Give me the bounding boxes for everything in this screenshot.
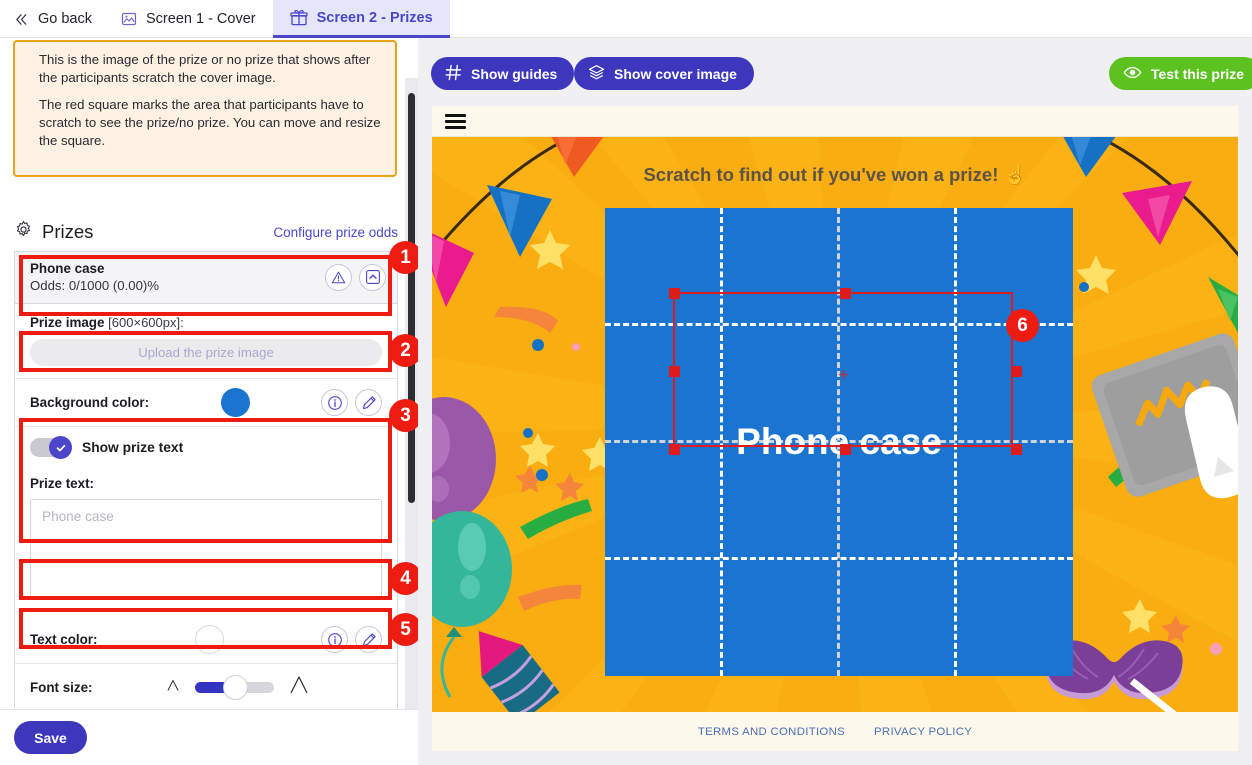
info-paragraph-2: The red square marks the area that parti… — [39, 97, 381, 149]
scratch-card[interactable]: Phone case — [605, 208, 1073, 676]
edit-pencil-icon[interactable] — [355, 626, 382, 654]
resize-handle-bottom-right[interactable] — [1011, 444, 1022, 455]
prize-list: Phone case Odds: 0/1000 (0.00)% Prize im… — [14, 251, 398, 747]
show-guides-button[interactable]: Show guides — [431, 57, 575, 90]
prize-text-label: Prize text: — [30, 476, 94, 492]
toggle-knob — [49, 436, 72, 460]
show-prize-text-label: Show prize text — [82, 440, 184, 456]
background-color-swatch-wrap — [149, 388, 321, 418]
font-size-slider[interactable] — [194, 675, 274, 701]
show-cover-image-label: Show cover image — [614, 65, 737, 82]
configure-prize-odds-link[interactable]: Configure prize odds — [273, 225, 398, 240]
text-color-swatch[interactable] — [194, 625, 224, 655]
prize-image-field: Prize image [600×600px]: Upload the priz… — [15, 304, 397, 380]
prize-odds: Odds: 0/1000 (0.00)% — [30, 278, 160, 294]
settings-scroll-region: Prizes Configure prize odds Phone case O… — [0, 180, 418, 747]
app-root: Go back Screen 1 - Cover Screen 2 - Priz… — [0, 0, 1252, 765]
resize-handle-top-center[interactable] — [840, 288, 851, 299]
tab-screen-1-cover[interactable]: Screen 1 - Cover — [104, 0, 273, 38]
background-color-label: Background color: — [30, 395, 150, 411]
text-color-field: Text color: — [15, 616, 397, 665]
go-back-label: Go back — [38, 11, 92, 27]
image-icon — [121, 11, 137, 27]
chevron-left-double-icon — [14, 12, 29, 27]
panel-scrollbar-thumb[interactable] — [408, 93, 415, 503]
info-callout-box: This is the image of the prize or no pri… — [13, 40, 397, 177]
show-guides-label: Show guides — [471, 65, 558, 82]
text-color-swatch-wrap — [97, 625, 321, 655]
eye-icon — [1123, 63, 1142, 85]
resize-handle-bottom-left[interactable] — [669, 444, 680, 455]
hamburger-menu-icon[interactable] — [445, 113, 466, 129]
resize-handle-middle-left[interactable] — [669, 366, 680, 377]
show-prize-text-row: Show prize text — [15, 427, 397, 469]
save-button[interactable]: Save — [14, 721, 87, 754]
resize-handle-middle-right[interactable] — [1011, 366, 1022, 377]
preview-stage: Scratch to find out if you've won a priz… — [432, 137, 1238, 712]
callout-badge-6: 6 — [1006, 309, 1039, 342]
prize-row-actions — [325, 263, 386, 291]
resize-handle-bottom-center[interactable] — [840, 444, 851, 455]
font-size-field: Font size: — [15, 664, 397, 713]
background-color-field: Background color: — [15, 379, 397, 428]
preview-area: Show guides Show cover image Test this p… — [418, 38, 1252, 765]
upload-prize-image-button[interactable]: Upload the prize image — [30, 339, 382, 367]
info-icon[interactable] — [321, 626, 348, 654]
selection-center-marker — [839, 366, 848, 379]
scratch-area-selection[interactable] — [669, 288, 1022, 455]
background-color-swatch[interactable] — [220, 388, 250, 418]
left-settings-panel: This is the image of the prize or no pri… — [0, 38, 418, 765]
font-size-slider-knob[interactable] — [223, 675, 249, 701]
small-letter-a-icon — [164, 676, 182, 699]
terms-and-conditions-link[interactable]: TERMS AND CONDITIONS — [698, 726, 845, 738]
font-size-slider-wrap — [93, 673, 383, 702]
warning-icon[interactable] — [325, 263, 352, 291]
preview-header-bar — [432, 106, 1238, 137]
collapse-chevron-up-icon[interactable] — [359, 263, 386, 291]
test-this-prize-label: Test this prize — [1151, 65, 1245, 82]
gear-icon — [14, 220, 33, 244]
tab-screen-2-prizes[interactable]: Screen 2 - Prizes — [272, 0, 450, 38]
prize-row-text: Phone case Odds: 0/1000 (0.00)% — [30, 260, 159, 294]
background-color-actions — [321, 389, 382, 417]
go-back-button[interactable]: Go back — [0, 0, 104, 38]
prize-name: Phone case — [30, 261, 105, 276]
prize-text-field: Prize text: — [15, 468, 397, 617]
text-color-actions — [321, 626, 382, 654]
info-paragraph-1: This is the image of the prize or no pri… — [39, 52, 371, 86]
tab-screen-2-label: Screen 2 - Prizes — [316, 9, 433, 26]
preview-toolbar: Show guides Show cover image Test this p… — [418, 38, 1252, 100]
prizes-title: Prizes — [42, 221, 94, 242]
tab-screen-1-label: Screen 1 - Cover — [146, 11, 256, 27]
text-color-label: Text color: — [30, 632, 98, 648]
preview-footer: TERMS AND CONDITIONS PRIVACY POLICY — [432, 712, 1238, 751]
large-letter-a-icon — [287, 673, 311, 702]
prizes-title-group: Prizes — [14, 220, 93, 244]
scratch-preview-frame: Scratch to find out if you've won a priz… — [432, 106, 1238, 751]
edit-pencil-icon[interactable] — [355, 389, 382, 417]
top-tab-bar: Go back Screen 1 - Cover Screen 2 - Priz… — [0, 0, 1252, 38]
gift-icon — [289, 9, 308, 27]
prizes-section-header: Prizes Configure prize odds — [14, 220, 398, 244]
test-this-prize-button[interactable]: Test this prize — [1109, 57, 1252, 90]
grid-hash-icon — [445, 64, 462, 84]
info-icon[interactable] — [321, 389, 348, 417]
resize-handle-top-left[interactable] — [669, 288, 680, 299]
show-cover-image-button[interactable]: Show cover image — [574, 57, 754, 90]
prize-image-label-row: Prize image [600×600px]: — [30, 315, 382, 330]
prize-image-label: Prize image — [30, 315, 105, 331]
prize-image-dims: [600×600px]: — [108, 315, 184, 331]
prize-text-input[interactable] — [30, 499, 382, 601]
prize-row-phone-case[interactable]: Phone case Odds: 0/1000 (0.00)% — [15, 252, 397, 305]
show-prize-text-toggle[interactable] — [30, 436, 72, 460]
scratch-headline: Scratch to find out if you've won a priz… — [643, 164, 1027, 185]
privacy-policy-link[interactable]: PRIVACY POLICY — [874, 726, 972, 738]
save-bar: Save — [0, 709, 418, 765]
layers-icon — [588, 64, 605, 84]
font-size-label: Font size: — [30, 680, 93, 696]
